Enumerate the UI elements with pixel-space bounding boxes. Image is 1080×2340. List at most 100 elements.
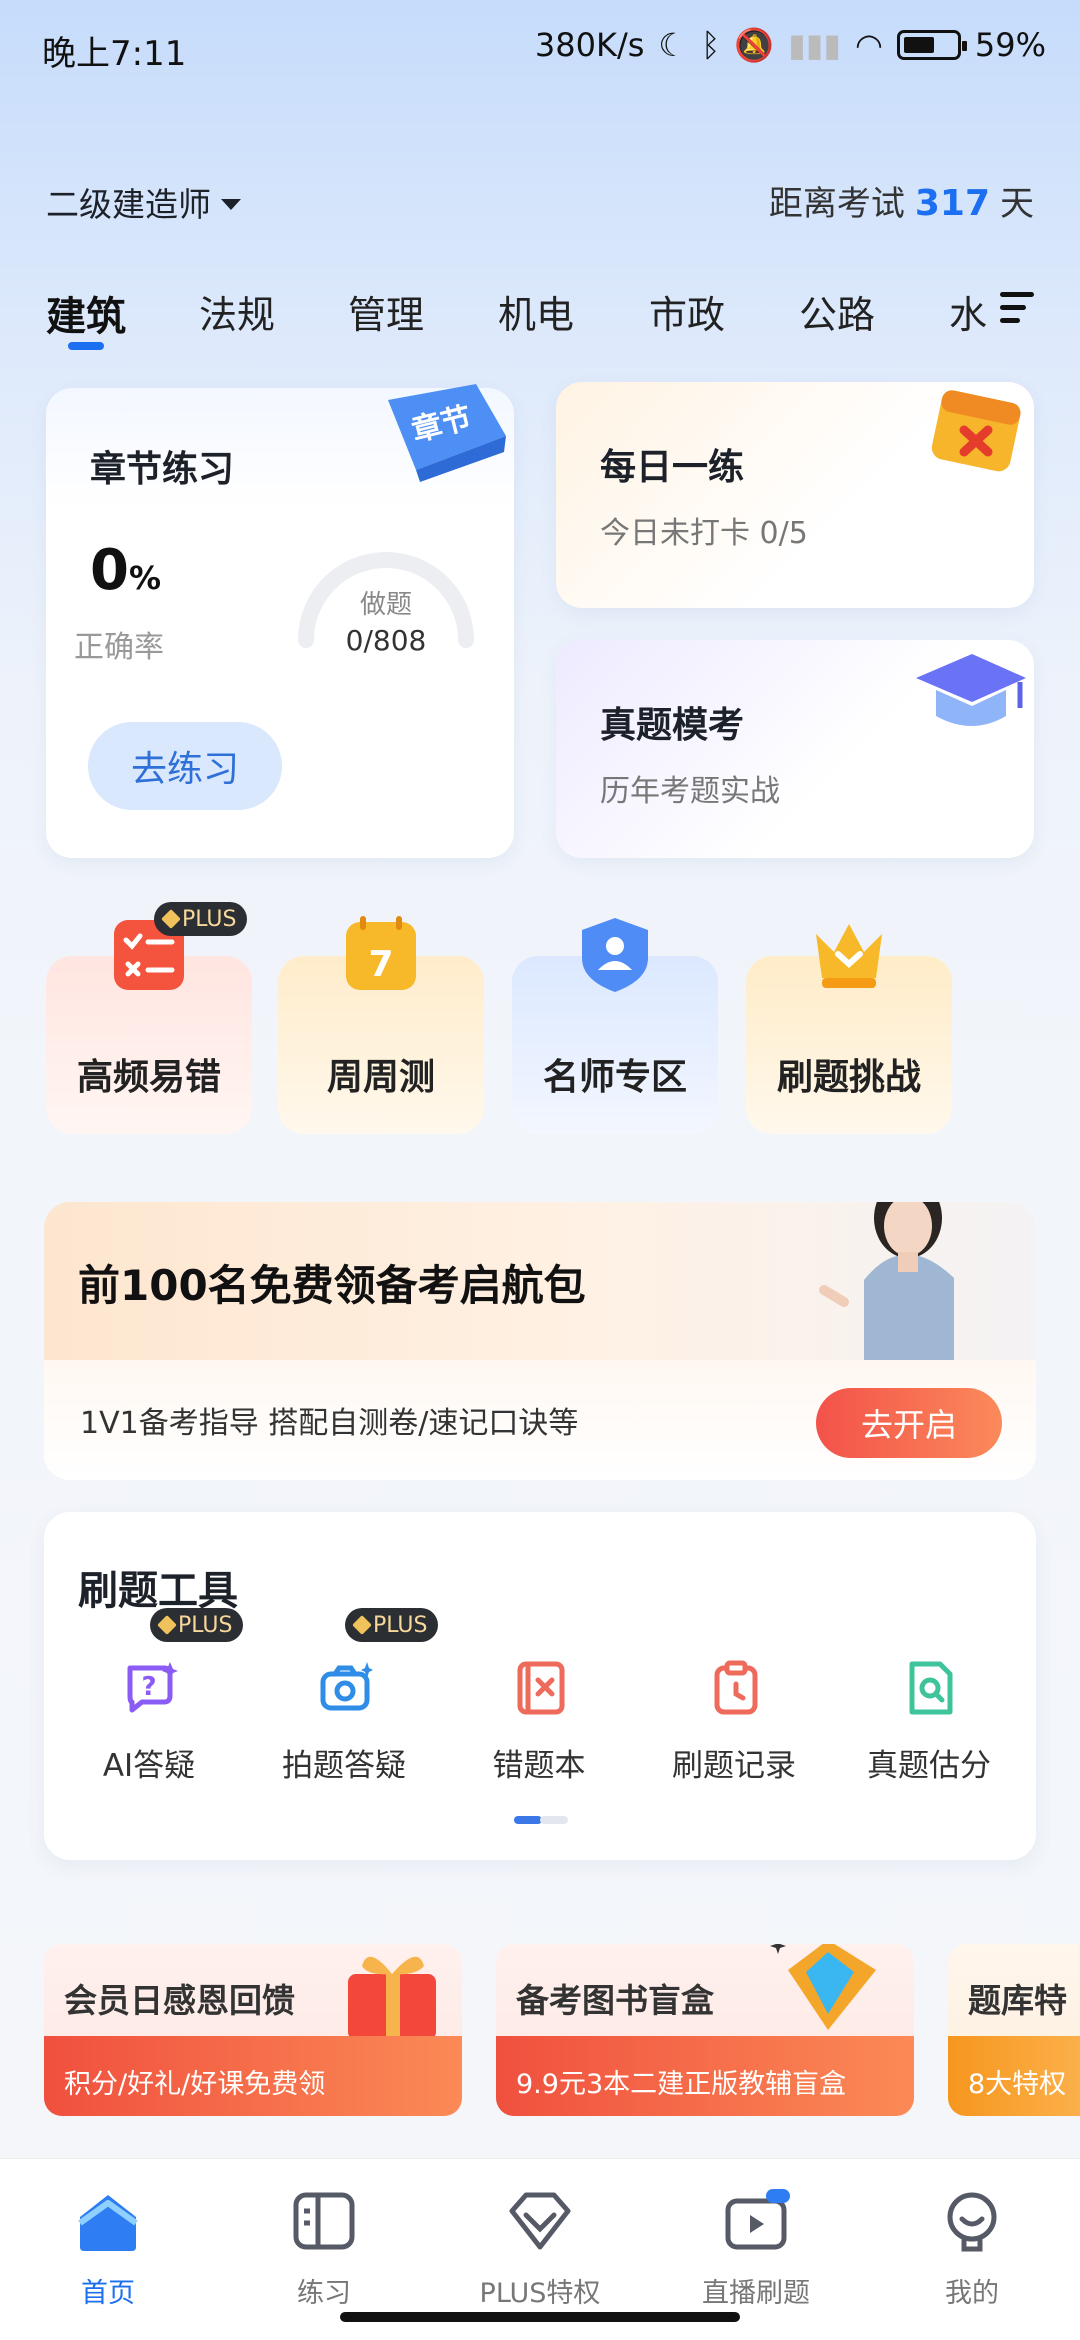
practice-tools-card: 刷题工具 ? PLUS AI答疑 PLUS 拍题答疑 错题本 刷题记录 真题估分 bbox=[44, 1512, 1036, 1860]
calendar-icon: 7 bbox=[346, 916, 416, 990]
nav-profile[interactable]: 我的 bbox=[882, 2189, 1062, 2309]
feature-high-frequency-errors[interactable]: PLUS 高频易错 bbox=[46, 902, 252, 1134]
banner-book-blind-box[interactable]: 备考图书盲盒 9.9元3本二建正版教辅盲盒 bbox=[496, 1944, 914, 2116]
done-label: 做题 bbox=[359, 590, 412, 620]
calendar-x-icon bbox=[931, 390, 1021, 472]
countdown-prefix: 距离考试 bbox=[768, 184, 905, 224]
tab-guanli[interactable]: 管理 bbox=[348, 284, 424, 339]
battery-icon bbox=[896, 30, 967, 60]
exam-type-label: 二级建造师 bbox=[46, 185, 211, 224]
signal-icon: ▮▮▮ bbox=[788, 26, 841, 64]
tool-photo-qa[interactable]: PLUS 拍题答疑 bbox=[249, 1608, 439, 1790]
home-icon bbox=[78, 2195, 138, 2251]
nav-label: 我的 bbox=[945, 2278, 999, 2309]
feature-label: 高频易错 bbox=[76, 1057, 221, 1098]
chevron-down-icon bbox=[221, 198, 241, 210]
battery-percent: 59% bbox=[974, 26, 1046, 64]
gift-box-icon bbox=[348, 1956, 436, 2040]
accuracy-value: 0% bbox=[90, 538, 162, 603]
promo-subtitle: 1V1备考指导 搭配自测卷/速记口诀等 bbox=[80, 1406, 579, 1441]
banner-question-bank[interactable]: 题库特 8大特权 bbox=[948, 1944, 1080, 2116]
promo-open-button[interactable]: 去开启 bbox=[816, 1388, 1002, 1458]
svg-text:?: ? bbox=[141, 1672, 156, 1702]
promo-banner[interactable]: 前100名免费领备考启航包 1V1备考指导 搭配自测卷/速记口诀等 去开启 bbox=[44, 1202, 1036, 1480]
feature-teacher-zone[interactable]: 名师专区 bbox=[512, 918, 718, 1134]
daily-subtitle: 今日未打卡 0/5 bbox=[600, 516, 808, 551]
camera-icon bbox=[320, 1662, 373, 1711]
tool-label: 拍题答疑 bbox=[282, 1748, 406, 1784]
gem-box-icon bbox=[770, 1944, 876, 2030]
page-indicator bbox=[514, 1816, 568, 1824]
exam-countdown: 距离考试 317 天 bbox=[769, 176, 1034, 225]
nav-home[interactable]: 首页 bbox=[18, 2189, 198, 2309]
nav-practice[interactable]: 练习 bbox=[234, 2189, 414, 2309]
plus-badge: PLUS bbox=[345, 1608, 438, 1642]
tab-jianzhu[interactable]: 建筑 bbox=[46, 284, 126, 342]
mock-exam-card[interactable]: 真题模考 历年考题实战 bbox=[556, 640, 1034, 858]
tool-label: 刷题记录 bbox=[672, 1748, 796, 1784]
exam-type-selector[interactable]: 二级建造师 bbox=[46, 178, 241, 226]
wrong-book-icon bbox=[517, 1661, 565, 1715]
accuracy-unit: % bbox=[128, 559, 162, 597]
mock-subtitle: 历年考题实战 bbox=[600, 774, 780, 809]
nav-label: 首页 bbox=[81, 2278, 135, 2309]
menu-icon[interactable] bbox=[1000, 292, 1036, 326]
mute-bell-icon: 🔕 bbox=[734, 26, 775, 64]
status-bar: 晚上7:11 380K/s ☾ ᛒ 🔕 ▮▮▮ ◠ 59% bbox=[0, 0, 1080, 100]
nav-label: 直播刷题 bbox=[702, 2278, 810, 2309]
nav-plus[interactable]: PLUS特权 bbox=[450, 2189, 630, 2309]
bluetooth-icon: ᛒ bbox=[701, 26, 721, 64]
ai-question-icon: ? bbox=[127, 1662, 178, 1713]
nav-live[interactable]: 直播刷题 bbox=[666, 2189, 846, 2309]
tool-wrong-book[interactable]: 错题本 bbox=[444, 1660, 634, 1790]
tab-fagui[interactable]: 法规 bbox=[199, 284, 275, 339]
banner-title: 会员日感恩回馈 bbox=[64, 1981, 295, 2020]
wifi-icon: ◠ bbox=[854, 26, 883, 64]
tool-score-estimate[interactable]: 真题估分 bbox=[834, 1660, 1024, 1790]
daily-title: 每日一练 bbox=[600, 447, 745, 488]
nav-label: 练习 bbox=[297, 2278, 351, 2309]
promo-title: 前100名免费领备考启航包 bbox=[78, 1261, 586, 1310]
banner-subtitle: 积分/好礼/好课免费领 bbox=[44, 2036, 462, 2116]
tab-jidian[interactable]: 机电 bbox=[498, 284, 574, 339]
status-icons: 380K/s ☾ ᛒ 🔕 ▮▮▮ ◠ 59% bbox=[535, 26, 1046, 64]
tool-ai-qa[interactable]: ? PLUS AI答疑 bbox=[54, 1608, 244, 1790]
countdown-days: 317 bbox=[914, 183, 990, 224]
done-count: 0/808 bbox=[345, 624, 427, 657]
network-speed: 380K/s bbox=[534, 26, 645, 64]
tab-shizheng[interactable]: 市政 bbox=[649, 284, 725, 339]
tool-label: 错题本 bbox=[492, 1748, 586, 1784]
graduation-cap-icon bbox=[916, 654, 1026, 726]
banner-subtitle: 8大特权 bbox=[948, 2036, 1080, 2116]
chapter-title: 章节练习 bbox=[90, 449, 235, 490]
tool-label: 真题估分 bbox=[867, 1748, 991, 1784]
chapter-tag-icon: 章节 bbox=[388, 384, 506, 482]
live-play-icon bbox=[725, 2189, 790, 2250]
profile-icon bbox=[947, 2192, 997, 2252]
clipboard-clock-icon bbox=[714, 1660, 758, 1715]
feature-label: 刷题挑战 bbox=[776, 1057, 921, 1098]
feature-challenge[interactable]: 刷题挑战 bbox=[746, 924, 952, 1134]
subject-tabs: 建筑 法规 管理 机电 市政 公路 水 bbox=[46, 284, 1036, 354]
status-time: 晚上7:11 bbox=[42, 34, 187, 74]
banner-subtitle: 9.9元3本二建正版教辅盲盒 bbox=[496, 2036, 914, 2116]
mock-title: 真题模考 bbox=[600, 705, 745, 746]
banner-member-day[interactable]: 会员日感恩回馈 积分/好礼/好课免费领 bbox=[44, 1944, 462, 2116]
active-tab-indicator bbox=[68, 342, 104, 350]
feature-weekly-test[interactable]: 7 周周测 bbox=[278, 916, 484, 1134]
go-practice-button[interactable]: 去练习 bbox=[88, 722, 282, 810]
daily-practice-card[interactable]: 每日一练 今日未打卡 0/5 bbox=[556, 382, 1034, 608]
nav-label: PLUS特权 bbox=[479, 2278, 601, 2309]
tab-gonglu[interactable]: 公路 bbox=[799, 284, 875, 339]
diamond-icon bbox=[509, 2192, 571, 2250]
feature-label: 名师专区 bbox=[542, 1057, 687, 1098]
tool-practice-record[interactable]: 刷题记录 bbox=[639, 1660, 829, 1790]
search-doc-icon bbox=[909, 1661, 953, 1715]
plus-badge: PLUS bbox=[150, 1608, 243, 1642]
home-indicator bbox=[340, 2312, 740, 2322]
chapter-practice-card[interactable]: 章节练习 章节 0% 正确率 做题 0/808 去练习 bbox=[46, 384, 514, 858]
tool-label: AI答疑 bbox=[102, 1748, 196, 1784]
tab-shui[interactable]: 水 bbox=[949, 284, 987, 339]
accuracy-label: 正确率 bbox=[74, 630, 164, 665]
moon-icon: ☾ bbox=[658, 26, 688, 64]
